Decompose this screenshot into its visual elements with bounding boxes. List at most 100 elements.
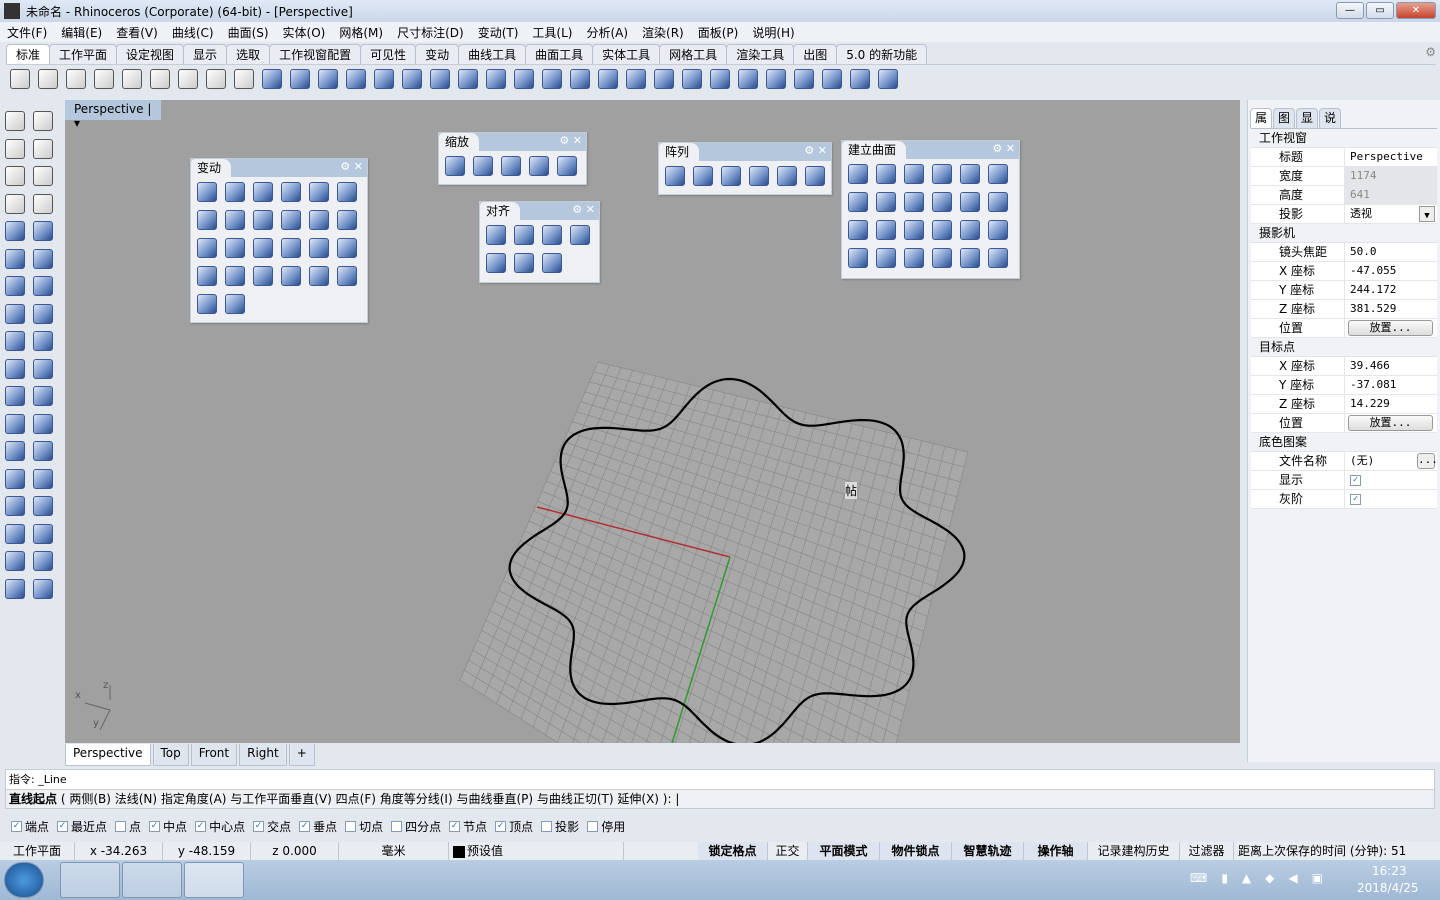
property-value[interactable]: 244.172 bbox=[1345, 281, 1437, 299]
tool-icon[interactable] bbox=[33, 413, 53, 434]
tool-icon[interactable] bbox=[337, 266, 357, 286]
sphere-icon[interactable] bbox=[766, 69, 786, 89]
panel-tab[interactable]: 属 bbox=[1250, 108, 1273, 128]
menu-item[interactable]: 曲面(S) bbox=[221, 24, 276, 41]
checkbox[interactable] bbox=[391, 820, 403, 832]
property-value[interactable]: 14.229 bbox=[1345, 395, 1437, 413]
save-icon[interactable] bbox=[66, 69, 86, 89]
tool-icon[interactable] bbox=[5, 331, 25, 351]
panel-close-icon[interactable]: ⚙ ✕ bbox=[804, 144, 827, 157]
zoom-selected-icon[interactable] bbox=[402, 69, 422, 89]
status-toggle[interactable]: 过滤器 bbox=[1180, 842, 1234, 860]
tool-icon[interactable] bbox=[557, 156, 577, 176]
toolbar-tab[interactable]: 出图 bbox=[793, 44, 838, 64]
toolbar-tab[interactable]: 显示 bbox=[183, 44, 228, 64]
osnap-option[interactable]: ✓ 垂点 bbox=[299, 818, 337, 835]
tray-icons[interactable]: ⌨▮▲◆◀▣ bbox=[1190, 871, 1337, 885]
osnap-option[interactable]: ✓ 节点 bbox=[449, 818, 487, 835]
tool-icon[interactable] bbox=[988, 220, 1008, 240]
tool-icon[interactable] bbox=[486, 225, 506, 245]
tool-icon[interactable] bbox=[542, 253, 562, 273]
car-icon[interactable] bbox=[486, 69, 506, 89]
zoom-extents-icon[interactable] bbox=[374, 69, 394, 89]
checkbox[interactable] bbox=[345, 820, 357, 832]
property-value[interactable]: ✓ bbox=[1345, 471, 1437, 489]
property-value[interactable]: 放置... bbox=[1345, 414, 1437, 432]
shaded-icon[interactable] bbox=[710, 69, 730, 89]
new-icon[interactable] bbox=[10, 69, 30, 89]
status-toggle[interactable]: 操作轴 bbox=[1024, 842, 1088, 860]
panel-close-icon[interactable]: ⚙ ✕ bbox=[559, 134, 582, 147]
menu-item[interactable]: 查看(V) bbox=[109, 24, 165, 41]
copy-icon[interactable] bbox=[178, 69, 198, 89]
four-viewports-icon[interactable] bbox=[458, 69, 478, 89]
tool-icon[interactable] bbox=[876, 248, 896, 268]
filter-icon[interactable] bbox=[794, 69, 814, 89]
cplane-icon[interactable] bbox=[850, 69, 870, 89]
property-value[interactable]: 透视 ▼ bbox=[1345, 205, 1437, 223]
property-value[interactable]: (无)... bbox=[1345, 452, 1438, 470]
osnap-option[interactable]: ✓ 交点 bbox=[253, 818, 291, 835]
property-value[interactable]: -37.081 bbox=[1345, 376, 1437, 394]
tool-icon[interactable] bbox=[486, 253, 506, 273]
osnap-option[interactable]: ✓ 中点 bbox=[149, 818, 187, 835]
panel-close-icon[interactable]: ⚙ ✕ bbox=[572, 203, 595, 216]
import-icon[interactable] bbox=[122, 69, 142, 89]
status-z[interactable]: z 0.000 bbox=[251, 842, 339, 860]
tool-icon[interactable] bbox=[33, 578, 53, 599]
panel-close-icon[interactable]: ⚙ ✕ bbox=[340, 160, 363, 173]
tool-icon[interactable] bbox=[5, 523, 25, 544]
osnap-option[interactable]: ✓ 顶点 bbox=[495, 818, 533, 835]
status-cplane[interactable]: 工作平面 bbox=[0, 842, 75, 860]
tool-icon[interactable] bbox=[5, 303, 25, 324]
viewport-tab[interactable]: Top bbox=[152, 744, 189, 766]
tool-icon[interactable] bbox=[197, 294, 217, 314]
osnap-option[interactable]: 切点 bbox=[345, 818, 383, 835]
tool-icon[interactable] bbox=[33, 221, 53, 241]
paste-icon[interactable] bbox=[206, 69, 226, 89]
toolbar-tab[interactable]: 渲染工具 bbox=[726, 44, 795, 64]
menu-item[interactable]: 编辑(E) bbox=[54, 24, 109, 41]
tool-icon[interactable] bbox=[5, 496, 25, 516]
dropdown-arrow-icon[interactable]: ▼ bbox=[1419, 206, 1435, 222]
toolbar-tab[interactable]: 5.0 的新功能 bbox=[836, 44, 928, 64]
panel-title[interactable]: 阵列 bbox=[659, 143, 700, 162]
panel-title[interactable]: 建立曲面 bbox=[842, 141, 907, 160]
status-toggle[interactable]: 记录建构历史 bbox=[1088, 842, 1180, 860]
tool-icon[interactable] bbox=[253, 182, 273, 202]
tool-icon[interactable] bbox=[473, 156, 493, 176]
checkbox[interactable]: ✓ bbox=[299, 820, 311, 832]
checkbox[interactable] bbox=[587, 820, 599, 832]
status-toggle[interactable]: 平面模式 bbox=[808, 842, 880, 860]
tool-icon[interactable] bbox=[5, 441, 25, 461]
close-button[interactable]: ✕ bbox=[1396, 2, 1436, 19]
tool-icon[interactable] bbox=[33, 303, 53, 324]
layer-icon[interactable] bbox=[654, 69, 674, 89]
status-toggle[interactable]: 物件锁点 bbox=[880, 842, 952, 860]
command-area[interactable]: 指令: _Line 直线起点 ( 两侧(B) 法线(N) 指定角度(A) 与工作… bbox=[5, 769, 1435, 809]
toolbar-tab[interactable]: 曲面工具 bbox=[525, 44, 594, 64]
viewport-tab[interactable]: Right bbox=[239, 744, 287, 766]
checkbox[interactable]: ✓ bbox=[253, 820, 265, 832]
menu-item[interactable]: 分析(A) bbox=[579, 24, 635, 41]
tool-icon[interactable] bbox=[721, 166, 741, 186]
clock-time[interactable]: 16:23 bbox=[1372, 864, 1407, 878]
cut-icon[interactable] bbox=[150, 69, 170, 89]
tool-icon[interactable] bbox=[848, 220, 868, 240]
toolbar-tab[interactable]: 变动 bbox=[415, 44, 460, 64]
tool-icon[interactable] bbox=[253, 210, 273, 230]
tool-icon[interactable] bbox=[281, 266, 301, 286]
toolbar-tab[interactable]: 可见性 bbox=[360, 44, 417, 64]
osnap-option[interactable]: 停用 bbox=[587, 818, 625, 835]
tool-icon[interactable] bbox=[960, 220, 980, 240]
place-button[interactable]: 放置... bbox=[1348, 415, 1433, 431]
panel-title[interactable]: 缩放 bbox=[439, 133, 480, 152]
tool-icon[interactable] bbox=[932, 248, 952, 268]
menu-item[interactable]: 实体(O) bbox=[276, 24, 333, 41]
tool-icon[interactable] bbox=[5, 578, 25, 599]
toolbar-tab[interactable]: 工作平面 bbox=[49, 44, 118, 64]
tool-icon[interactable] bbox=[904, 164, 924, 184]
status-toggle[interactable]: 锁定格点 bbox=[698, 842, 768, 860]
circle-point-icon[interactable] bbox=[542, 69, 562, 89]
tool-icon[interactable] bbox=[197, 182, 217, 202]
